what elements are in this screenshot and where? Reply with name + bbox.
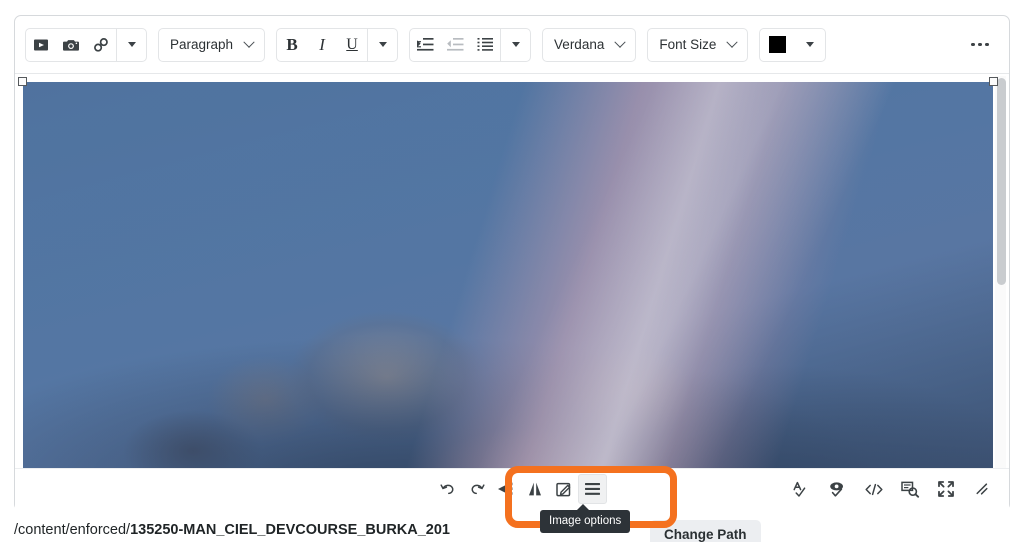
image-path-bold: 135250-MAN_CIEL_DEVCOURSE_BURKA_201 [130, 522, 450, 538]
edit-image-button[interactable] [549, 474, 578, 504]
selected-image[interactable] [18, 77, 998, 470]
chevron-down-icon [378, 42, 387, 47]
text-color-swatch[interactable] [760, 29, 795, 61]
resize-handle-top-left[interactable] [18, 77, 27, 86]
dot-icon [971, 42, 975, 47]
image-path-prefix: /content/enforced/ [14, 522, 131, 538]
image-path-row: /content/enforced/135250-MAN_CIEL_DEVCOU… [14, 518, 1010, 542]
undo-button[interactable] [433, 474, 462, 504]
toolbar-color-group [759, 27, 827, 62]
editor-right-tools [788, 473, 995, 505]
chevron-down-icon [614, 36, 627, 48]
tooltip: Image options [540, 504, 631, 533]
flip-vertical-button[interactable] [491, 474, 520, 504]
font-family-select[interactable]: Verdana [542, 27, 637, 62]
insert-overflow-button[interactable] [116, 28, 146, 61]
bold-icon[interactable]: B [277, 29, 307, 61]
indent-increase-icon[interactable] [410, 29, 440, 61]
preview-icon[interactable] [896, 475, 923, 503]
chevron-down-icon [127, 42, 136, 47]
bullet-list-icon[interactable] [470, 29, 500, 61]
redo-button[interactable] [462, 474, 491, 504]
image-sheen [23, 82, 993, 470]
paragraph-style-select[interactable]: Paragraph [158, 27, 266, 62]
resize-handle-top-right[interactable] [989, 77, 998, 86]
paragraph-style-label: Paragraph [170, 37, 234, 52]
color-swatch [769, 36, 787, 53]
toolbar-insert-group [25, 27, 147, 62]
spellcheck-icon[interactable] [788, 475, 815, 503]
font-size-select[interactable]: Font Size [647, 27, 749, 62]
list-overflow-button[interactable] [500, 28, 530, 61]
rich-text-editor: Paragraph B I U Verdana Font Size [14, 15, 1010, 511]
font-family-label: Verdana [554, 37, 605, 52]
italic-icon[interactable]: I [307, 29, 337, 61]
content-vertical-scrollbar-thumb[interactable] [997, 78, 1006, 285]
text-color-dropdown[interactable] [795, 29, 825, 61]
chevron-down-icon [243, 36, 255, 48]
underline-icon[interactable]: U [337, 29, 367, 61]
chevron-down-icon [511, 42, 520, 47]
dot-icon [978, 42, 982, 47]
chevron-down-icon [806, 42, 815, 47]
insert-media-icon[interactable] [26, 29, 56, 61]
link-icon[interactable] [86, 29, 116, 61]
toolbar-overflow-button[interactable] [963, 29, 997, 61]
chevron-down-icon [726, 36, 739, 48]
format-overflow-button[interactable] [367, 28, 397, 61]
editor-toolbar: Paragraph B I U Verdana Font Size [15, 16, 1009, 74]
fullscreen-icon[interactable] [932, 475, 959, 503]
accessibility-check-icon[interactable] [824, 475, 851, 503]
dot-icon [985, 42, 989, 47]
html-source-icon[interactable] [860, 475, 887, 503]
image-content [23, 82, 993, 470]
resize-handle-icon[interactable] [968, 475, 995, 503]
editor-content-area[interactable] [15, 74, 1009, 511]
toolbar-format-group: B I U [276, 27, 399, 62]
flip-horizontal-button[interactable] [520, 474, 549, 504]
editor-screen: Paragraph B I U Verdana Font Size Image … [0, 0, 1024, 542]
indent-decrease-icon[interactable] [440, 29, 470, 61]
image-tools-group [433, 473, 607, 505]
camera-icon[interactable] [56, 29, 86, 61]
image-path-text: /content/enforced/135250-MAN_CIEL_DEVCOU… [14, 522, 450, 538]
change-path-button[interactable]: Change Path [650, 520, 761, 542]
font-size-label: Font Size [659, 37, 717, 52]
toolbar-list-group [409, 27, 532, 62]
editor-bottom-bar [15, 468, 1009, 510]
image-options-button[interactable] [578, 474, 607, 504]
